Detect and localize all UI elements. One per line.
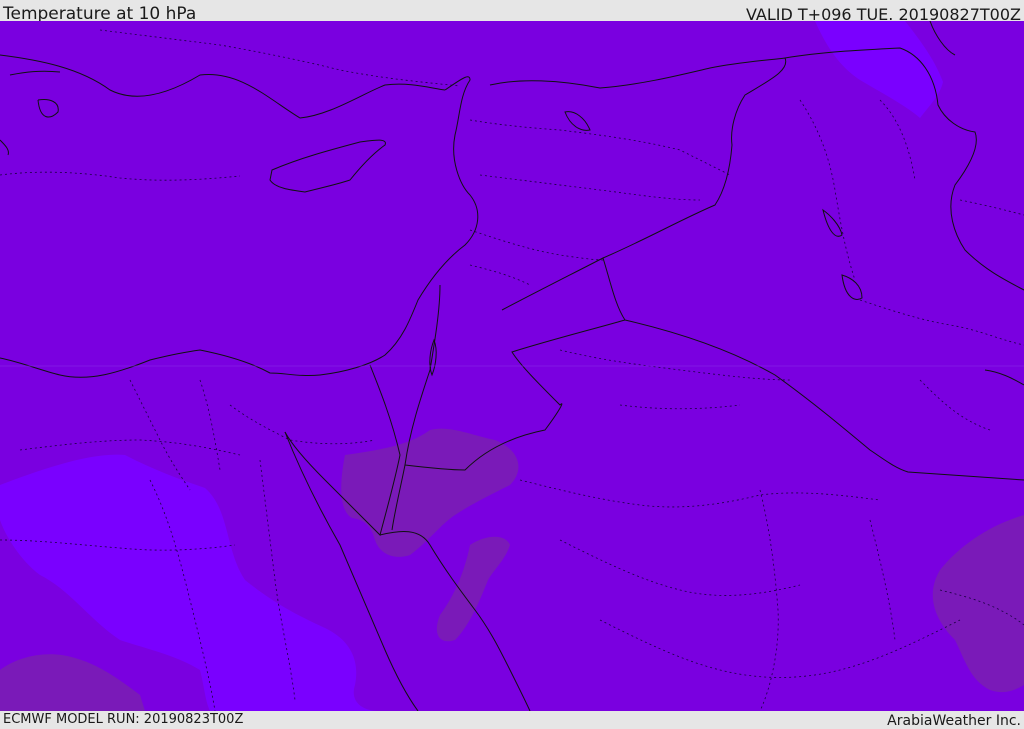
credit-label: ArabiaWeather Inc. — [887, 713, 1021, 729]
model-run-label: ECMWF MODEL RUN: 20190823T00Z — [3, 712, 244, 727]
header-bar: Temperature at 10 hPa VALID T+096 TUE. 2… — [0, 0, 1024, 24]
footer-bar: ECMWF MODEL RUN: 20190823T00Z ArabiaWeat… — [0, 711, 1024, 729]
weather-map[interactable] — [0, 21, 1024, 711]
